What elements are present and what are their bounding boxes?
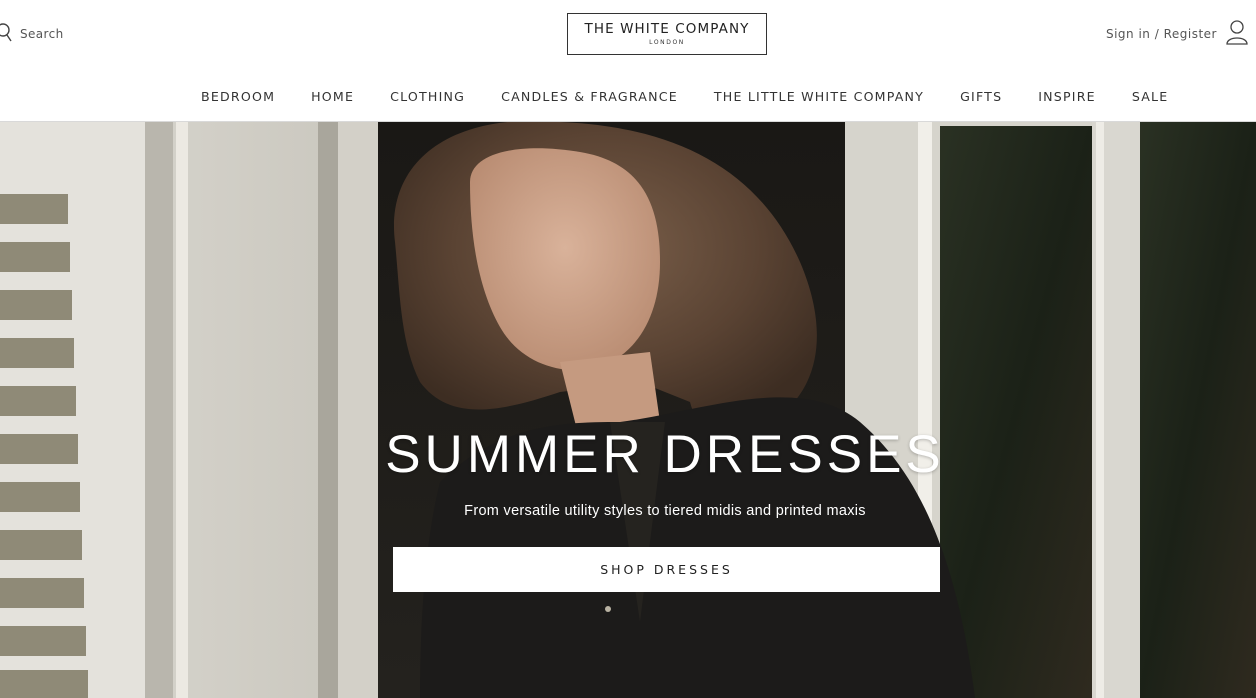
nav-item-home[interactable]: HOME bbox=[311, 89, 354, 104]
search-label: Search bbox=[20, 27, 64, 41]
search-button[interactable]: Search bbox=[0, 22, 64, 46]
nav-item-sale[interactable]: SALE bbox=[1132, 89, 1169, 104]
search-icon bbox=[0, 22, 12, 47]
user-icon bbox=[1226, 19, 1248, 50]
nav-item-bedroom[interactable]: BEDROOM bbox=[201, 89, 275, 104]
hero-subtitle: From versatile utility styles to tiered … bbox=[464, 503, 866, 519]
account-label: Sign in / Register bbox=[1105, 27, 1217, 41]
nav-item-inspire[interactable]: INSPIRE bbox=[1038, 89, 1096, 104]
hero-banner[interactable]: SUMMER DRESSES From versatile utility st… bbox=[0, 122, 1256, 698]
logo-wordmark: THE WHITE COMPANY bbox=[584, 21, 750, 37]
nav-item-gifts[interactable]: GIFTS bbox=[960, 89, 1002, 104]
logo-subtitle: LONDON bbox=[649, 39, 685, 46]
nav-item-little-white-company[interactable]: THE LITTLE WHITE COMPANY bbox=[714, 89, 924, 104]
site-header: Search THE WHITE COMPANY LONDON Sign in … bbox=[0, 0, 1256, 122]
hero-title: SUMMER DRESSES bbox=[385, 425, 945, 484]
shop-dresses-button[interactable]: SHOP DRESSES bbox=[393, 547, 940, 592]
sign-in-register-link[interactable]: Sign in / Register bbox=[1106, 19, 1248, 49]
nav-item-clothing[interactable]: CLOTHING bbox=[390, 89, 465, 104]
site-logo[interactable]: THE WHITE COMPANY LONDON bbox=[567, 13, 767, 55]
hero-image bbox=[0, 122, 1256, 698]
main-navigation: BEDROOM HOME CLOTHING CANDLES & FRAGRANC… bbox=[183, 84, 1186, 108]
nav-item-candles-fragrance[interactable]: CANDLES & FRAGRANCE bbox=[501, 89, 678, 104]
